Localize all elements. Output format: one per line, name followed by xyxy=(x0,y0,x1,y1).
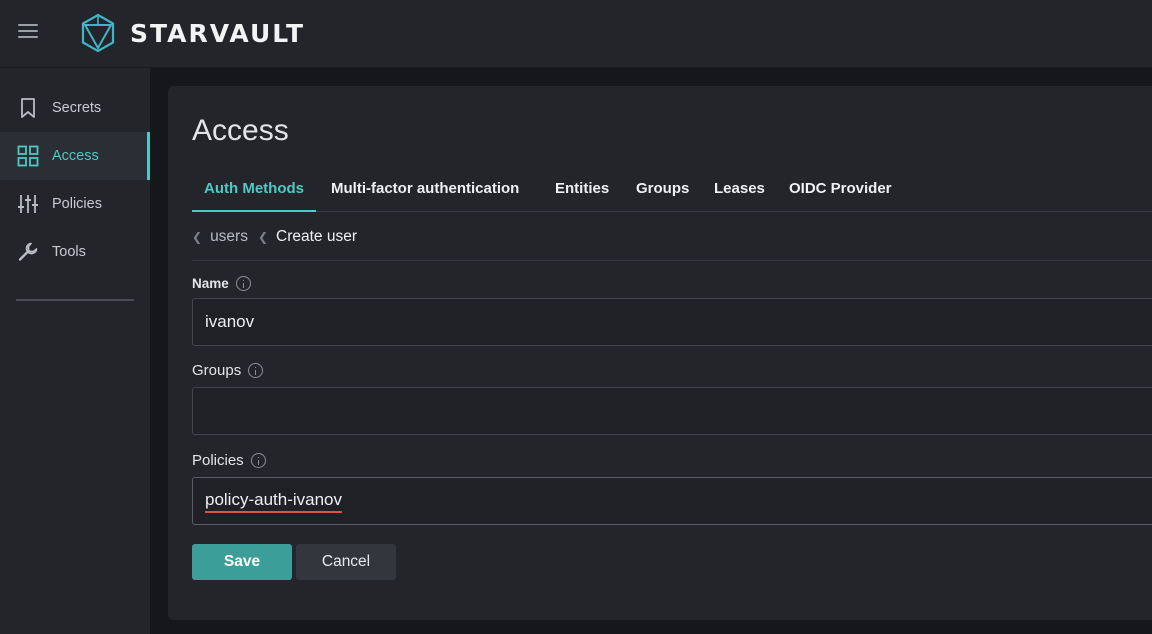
sidebar-item-secrets[interactable]: Secrets xyxy=(0,84,150,132)
name-label: Name xyxy=(192,276,251,291)
policies-label: Policies xyxy=(192,452,266,469)
tab-entities[interactable]: Entities xyxy=(555,176,609,212)
save-button[interactable]: Save xyxy=(192,544,292,580)
name-input[interactable]: ivanov xyxy=(192,298,1152,346)
top-bar: STARVAULT xyxy=(0,0,1152,68)
policies-label-text: Policies xyxy=(192,452,244,469)
logo-icon xyxy=(81,13,115,53)
sidebar-divider xyxy=(16,299,134,301)
tab-leases[interactable]: Leases xyxy=(714,176,765,212)
name-label-text: Name xyxy=(192,276,229,291)
groups-label-text: Groups xyxy=(192,362,242,379)
sidebar-item-label: Secrets xyxy=(52,100,102,116)
bookmark-icon xyxy=(21,98,35,118)
info-icon[interactable] xyxy=(250,453,266,468)
info-icon[interactable] xyxy=(248,363,264,378)
page-title: Access xyxy=(192,114,289,147)
tab-auth-methods[interactable]: Auth Methods xyxy=(192,176,316,212)
grid-icon xyxy=(17,145,39,167)
breadcrumb-current: Create user xyxy=(276,228,358,245)
sidebar-item-access[interactable]: Access xyxy=(0,132,150,180)
groups-input[interactable] xyxy=(192,387,1152,435)
name-input-value: ivanov xyxy=(205,312,255,331)
policies-input[interactable]: policy-auth-ivanov xyxy=(192,477,1152,525)
cancel-button[interactable]: Cancel xyxy=(296,544,396,580)
tab-oidc-provider[interactable]: OIDC Provider xyxy=(789,176,892,212)
logo[interactable]: STARVAULT xyxy=(80,13,305,53)
sidebar: Secrets Access Policies Tools xyxy=(0,68,150,634)
sidebar-item-label: Tools xyxy=(52,244,86,260)
sidebar-item-label: Policies xyxy=(52,196,102,212)
brand-name: STARVAULT xyxy=(130,18,306,48)
tab-multi-factor-authentication[interactable]: Multi-factor authentication xyxy=(331,176,519,212)
breadcrumb-divider xyxy=(192,260,1152,261)
sidebar-item-policies[interactable]: Policies xyxy=(0,180,150,228)
chevron-left-icon: ❮ xyxy=(192,230,203,244)
sidebar-item-label: Access xyxy=(52,148,99,164)
info-icon[interactable] xyxy=(235,276,251,291)
wrench-icon xyxy=(18,242,38,261)
breadcrumb-users-link[interactable]: users xyxy=(210,228,248,246)
menu-icon[interactable] xyxy=(18,24,38,40)
chevron-left-icon: ❮ xyxy=(257,230,269,244)
breadcrumb: ❮ users ❮ Create user xyxy=(192,228,357,246)
groups-label: Groups xyxy=(192,362,264,379)
tab-groups[interactable]: Groups xyxy=(636,176,689,212)
tab-bar: Auth Methods Multi-factor authentication… xyxy=(192,176,1152,212)
policies-input-value: policy-auth-ivanov xyxy=(205,490,343,513)
main-panel: Access Auth Methods Multi-factor authent… xyxy=(168,86,1152,620)
sliders-icon xyxy=(18,195,38,213)
sidebar-item-tools[interactable]: Tools xyxy=(0,228,150,276)
